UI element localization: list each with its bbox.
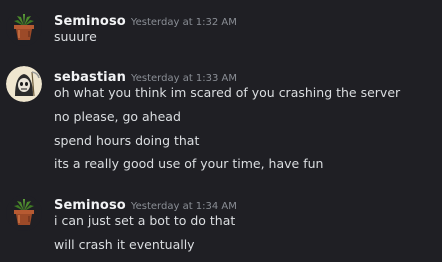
avatar[interactable]: [6, 66, 42, 102]
timestamp[interactable]: Yesterday at 1:34 AM: [131, 201, 237, 212]
message-header: Seminoso Yesterday at 1:32 AM: [54, 10, 237, 29]
message-text: i can just set a bot to do that: [54, 213, 236, 228]
username[interactable]: Seminoso: [54, 14, 126, 29]
avatar[interactable]: [6, 10, 42, 46]
message-text: will crash it eventually: [54, 237, 195, 252]
message-text: no please, go ahead: [54, 109, 181, 124]
potted-plant-icon: [6, 10, 42, 46]
message-text: its a really good use of your time, have…: [54, 156, 324, 171]
timestamp[interactable]: Yesterday at 1:32 AM: [131, 17, 237, 28]
message-text: spend hours doing that: [54, 133, 200, 148]
avatar[interactable]: [6, 195, 42, 231]
potted-plant-icon: [6, 195, 42, 231]
message-text: oh what you think im scared of you crash…: [54, 85, 401, 100]
reaper-character-icon: [6, 66, 42, 102]
username[interactable]: sebastian: [54, 70, 126, 85]
message-header: sebastian Yesterday at 1:33 AM: [54, 66, 237, 85]
message-header: Seminoso Yesterday at 1:34 AM: [54, 194, 237, 213]
chat-message-list: Seminoso Yesterday at 1:32 AM suuure seba: [0, 0, 442, 262]
timestamp[interactable]: Yesterday at 1:33 AM: [131, 73, 237, 84]
username[interactable]: Seminoso: [54, 198, 126, 213]
message-text: suuure: [54, 29, 97, 44]
